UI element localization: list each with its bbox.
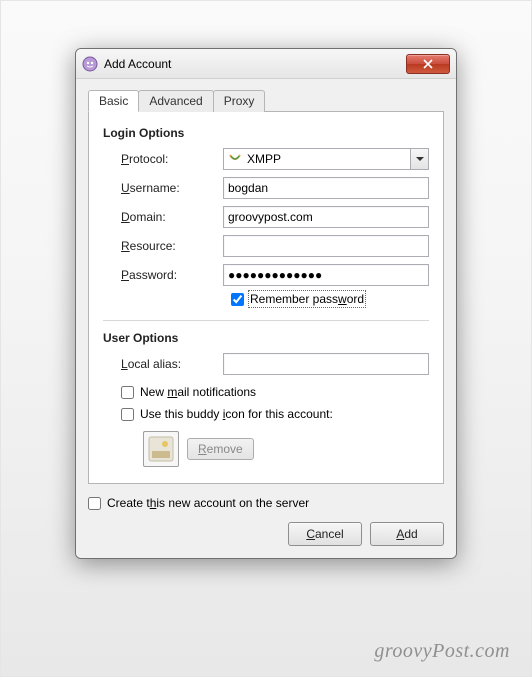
buddy-icon-checkbox[interactable] <box>121 408 134 421</box>
protocol-dropdown[interactable]: XMPP <box>223 148 429 170</box>
cancel-button[interactable]: Cancel <box>288 522 362 546</box>
tab-basic[interactable]: Basic <box>88 90 139 112</box>
login-options-header: Login Options <box>103 126 429 140</box>
protocol-label: Protocol: <box>121 152 213 166</box>
remember-password-checkbox[interactable] <box>231 293 244 306</box>
add-account-dialog: Add Account Basic Advanced Proxy Login O… <box>75 48 457 559</box>
tab-proxy[interactable]: Proxy <box>213 90 266 112</box>
buddy-icon-row: Use this buddy icon for this account: <box>121 407 429 421</box>
buddy-icon-controls: Remove <box>143 431 429 467</box>
dialog-body: Basic Advanced Proxy Login Options Proto… <box>76 79 456 558</box>
divider <box>103 320 429 321</box>
password-label: Password: <box>121 268 213 282</box>
domain-field[interactable] <box>223 206 429 228</box>
add-button[interactable]: Add <box>370 522 444 546</box>
pidgin-icon <box>82 56 98 72</box>
watermark: groovyPost.com <box>374 640 510 663</box>
tab-advanced[interactable]: Advanced <box>138 90 213 112</box>
protocol-value-area: XMPP <box>224 149 410 169</box>
domain-label: Domain: <box>121 210 213 224</box>
create-account-row: Create this new account on the server <box>88 496 444 510</box>
buddy-icon-label: Use this buddy icon for this account: <box>140 407 333 421</box>
bottom-area: Create this new account on the server Ca… <box>88 496 444 546</box>
resource-field[interactable] <box>223 235 429 257</box>
create-account-checkbox[interactable] <box>88 497 101 510</box>
user-form: Local alias: <box>121 353 429 375</box>
tab-strip: Basic Advanced Proxy <box>88 89 444 112</box>
chevron-down-icon[interactable] <box>410 149 428 169</box>
username-field[interactable] <box>223 177 429 199</box>
username-label: Username: <box>121 181 213 195</box>
local-alias-label: Local alias: <box>121 357 213 371</box>
new-mail-row: New mail notifications <box>121 385 429 399</box>
buddy-icon-preview[interactable] <box>143 431 179 467</box>
new-mail-checkbox[interactable] <box>121 386 134 399</box>
resource-label: Resource: <box>121 239 213 253</box>
remember-password-row: Remember password <box>231 292 429 306</box>
titlebar: Add Account <box>76 49 456 79</box>
remember-password-label[interactable]: Remember password <box>250 292 364 306</box>
close-button[interactable] <box>406 54 450 74</box>
login-form: Protocol: XMPP Username: Domain: Resourc… <box>121 148 429 286</box>
protocol-value: XMPP <box>247 152 281 166</box>
new-mail-label: New mail notifications <box>140 385 256 399</box>
remove-icon-button[interactable]: Remove <box>187 438 254 460</box>
password-field[interactable] <box>223 264 429 286</box>
tabpanel-basic: Login Options Protocol: XMPP Username: D… <box>88 112 444 484</box>
create-account-label: Create this new account on the server <box>107 496 309 510</box>
window-title: Add Account <box>104 57 171 71</box>
user-options-header: User Options <box>103 331 429 345</box>
xmpp-icon <box>228 152 242 166</box>
dialog-buttons: Cancel Add <box>88 522 444 546</box>
local-alias-field[interactable] <box>223 353 429 375</box>
